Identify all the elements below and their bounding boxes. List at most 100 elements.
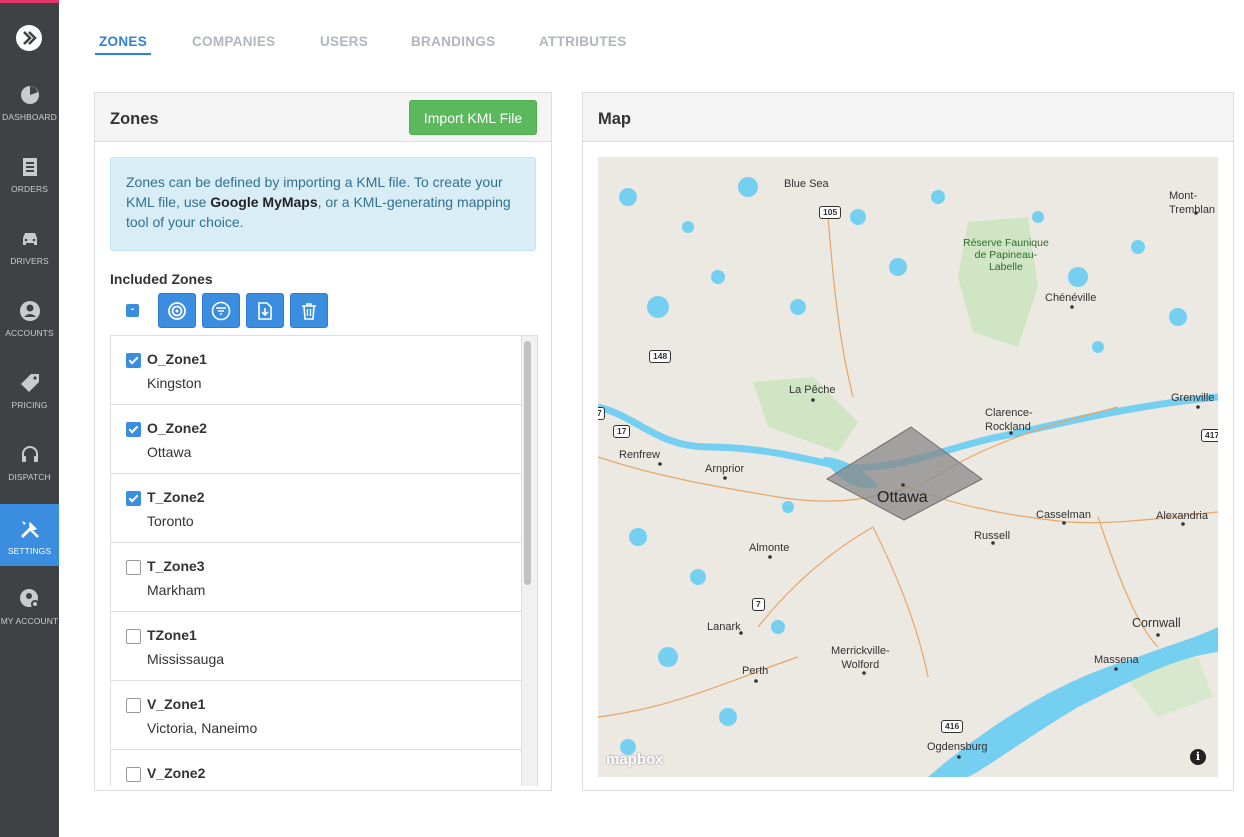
map-panel: Map Blue Sea Mont- Tremblan Réserve Faun… bbox=[582, 92, 1234, 791]
zone-city: Mississauga bbox=[147, 651, 225, 667]
route-shield-7-edge: 7 bbox=[598, 407, 605, 420]
sidebar-item-label: DISPATCH bbox=[8, 472, 51, 482]
list-item[interactable]: V_Zone1 Victoria, Naneimo bbox=[111, 681, 521, 750]
zones-list[interactable]: O_Zone1 Kingston O_Zone2 Ottawa T_Zone2 … bbox=[110, 335, 538, 786]
map-canvas[interactable]: Blue Sea Mont- Tremblan Réserve Faunique… bbox=[598, 157, 1218, 777]
list-item[interactable]: T_Zone3 Markham bbox=[111, 543, 521, 612]
zones-panel: Zones Import KML File Zones can be defin… bbox=[94, 92, 552, 791]
sidebar-item-label: DRIVERS bbox=[10, 256, 49, 266]
map-info-button[interactable]: i bbox=[1190, 749, 1206, 765]
tab-users[interactable]: USERS bbox=[320, 34, 368, 49]
info-alert: Zones can be defined by importing a KML … bbox=[110, 157, 536, 251]
tab-zones[interactable]: ZONES bbox=[94, 34, 152, 55]
map-panel-title: Map bbox=[598, 110, 631, 128]
sidebar-item-label: SETTINGS bbox=[7, 546, 52, 556]
download-icon bbox=[258, 301, 272, 320]
zone-checkbox[interactable] bbox=[126, 560, 141, 575]
map-label-arnprior: Arnprior bbox=[705, 463, 745, 475]
sidebar-item-dashboard[interactable]: DASHBOARD bbox=[0, 70, 59, 132]
list-item[interactable]: TZone1 Mississauga bbox=[111, 612, 521, 681]
sidebar-item-settings[interactable]: SETTINGS bbox=[0, 504, 59, 566]
import-kml-button[interactable]: Import KML File bbox=[409, 100, 537, 135]
zone-checkbox[interactable] bbox=[126, 422, 141, 437]
dashboard-icon bbox=[20, 86, 39, 104]
map-label-cornwall: Cornwall bbox=[1132, 616, 1181, 630]
zone-checkbox[interactable] bbox=[126, 698, 141, 713]
tab-brandings[interactable]: BRANDINGS bbox=[411, 34, 495, 49]
map-label-renfrew: Renfrew bbox=[619, 449, 660, 461]
map-panel-header: Map bbox=[583, 93, 1233, 142]
route-shield-7: 7 bbox=[752, 598, 765, 611]
map-label-perth: Perth bbox=[742, 665, 769, 677]
list-item[interactable]: O_Zone2 Ottawa bbox=[111, 405, 521, 474]
sidebar-item-drivers[interactable]: DRIVERS bbox=[0, 214, 59, 276]
map-label-alexandria: Alexandria bbox=[1156, 510, 1208, 522]
app-logo-icon[interactable] bbox=[15, 24, 43, 52]
price-tag-icon bbox=[20, 374, 39, 392]
sidebar-item-label: PRICING bbox=[11, 400, 48, 410]
locate-zones-button[interactable] bbox=[158, 293, 196, 328]
sidebar-item-label: MY ACCOUNT bbox=[0, 616, 59, 626]
sidebar-item-orders[interactable]: ORDERS bbox=[0, 142, 59, 204]
zone-name: V_Zone2 bbox=[147, 765, 206, 781]
map-label-ogdensburg: Ogdensburg bbox=[927, 741, 988, 753]
zone-name: T_Zone3 bbox=[147, 558, 205, 574]
zone-name: V_Zone1 bbox=[147, 696, 206, 712]
google-mymaps-link[interactable]: Google MyMaps bbox=[210, 194, 317, 210]
map-label-cheneville: Chénéville bbox=[1045, 292, 1097, 304]
select-all-toggle[interactable]: - bbox=[126, 304, 139, 317]
map-graphic bbox=[598, 157, 1218, 777]
map-label-lanark: Lanark bbox=[707, 621, 741, 633]
sidebar-item-label: ORDERS bbox=[11, 184, 48, 194]
delete-zones-button[interactable] bbox=[290, 293, 328, 328]
zones-panel-header: Zones Import KML File bbox=[95, 93, 551, 142]
sidebar-top-accent bbox=[0, 0, 59, 3]
list-item[interactable]: T_Zone2 Toronto bbox=[111, 474, 521, 543]
zone-city: Toronto bbox=[147, 513, 194, 529]
sidebar-item-dispatch[interactable]: DISPATCH bbox=[0, 430, 59, 492]
mapbox-logo[interactable]: mapbox bbox=[606, 751, 664, 768]
trash-icon bbox=[302, 302, 316, 320]
zone-checkbox[interactable] bbox=[126, 353, 141, 368]
zone-checkbox[interactable] bbox=[126, 629, 141, 644]
route-shield-105: 105 bbox=[819, 206, 842, 219]
zone-city: Victoria, Naneimo bbox=[147, 720, 258, 736]
zone-city: Markham bbox=[147, 582, 206, 598]
zone-checkbox[interactable] bbox=[126, 767, 141, 782]
zone-city: Kingston bbox=[147, 375, 202, 391]
route-shield-416: 416 bbox=[941, 720, 964, 733]
headset-icon bbox=[21, 446, 38, 462]
map-label-la-peche: La Pêche bbox=[789, 384, 836, 396]
scrollbar-thumb[interactable] bbox=[524, 341, 531, 585]
zone-checkbox[interactable] bbox=[126, 491, 141, 506]
map-label-russell: Russell bbox=[974, 530, 1011, 542]
orders-icon bbox=[22, 158, 37, 176]
user-gear-icon bbox=[19, 589, 39, 608]
download-zones-button[interactable] bbox=[246, 293, 284, 328]
sidebar-item-label: ACCOUNTS bbox=[5, 328, 54, 338]
zone-name: O_Zone1 bbox=[147, 351, 207, 367]
sidebar-item-accounts[interactable]: ACCOUNTS bbox=[0, 286, 59, 348]
account-icon bbox=[19, 301, 40, 321]
route-shield-148: 148 bbox=[649, 350, 672, 363]
map-label-blue-sea: Blue Sea bbox=[784, 178, 829, 190]
map-label-reserve: Réserve Faunique de Papineau- Labelle bbox=[963, 237, 1049, 273]
list-item[interactable]: V_Zone2 bbox=[111, 750, 521, 786]
sidebar-item-label: DASHBOARD bbox=[2, 112, 57, 122]
map-label-massena: Massena bbox=[1094, 654, 1139, 666]
filter-icon bbox=[211, 301, 231, 320]
zone-name: TZone1 bbox=[147, 627, 197, 643]
sidebar-item-pricing[interactable]: PRICING bbox=[0, 358, 59, 420]
included-zones-label: Included Zones bbox=[110, 271, 213, 287]
tab-attributes[interactable]: ATTRIBUTES bbox=[539, 34, 627, 49]
car-icon bbox=[22, 233, 37, 245]
map-label-almonte: Almonte bbox=[749, 542, 790, 554]
zone-city: Ottawa bbox=[147, 444, 192, 460]
filter-zones-button[interactable] bbox=[202, 293, 240, 328]
sidebar: DASHBOARD ORDERS DRIVERS ACCOUNTS PRICIN… bbox=[0, 0, 59, 837]
sidebar-item-my-account[interactable]: MY ACCOUNT bbox=[0, 574, 59, 636]
tab-companies[interactable]: COMPANIES bbox=[192, 34, 275, 49]
map-label-ottawa: Ottawa bbox=[877, 489, 928, 506]
list-item[interactable]: O_Zone1 Kingston bbox=[111, 336, 521, 405]
map-label-mont-tremblant: Mont- Tremblan bbox=[1169, 190, 1216, 216]
